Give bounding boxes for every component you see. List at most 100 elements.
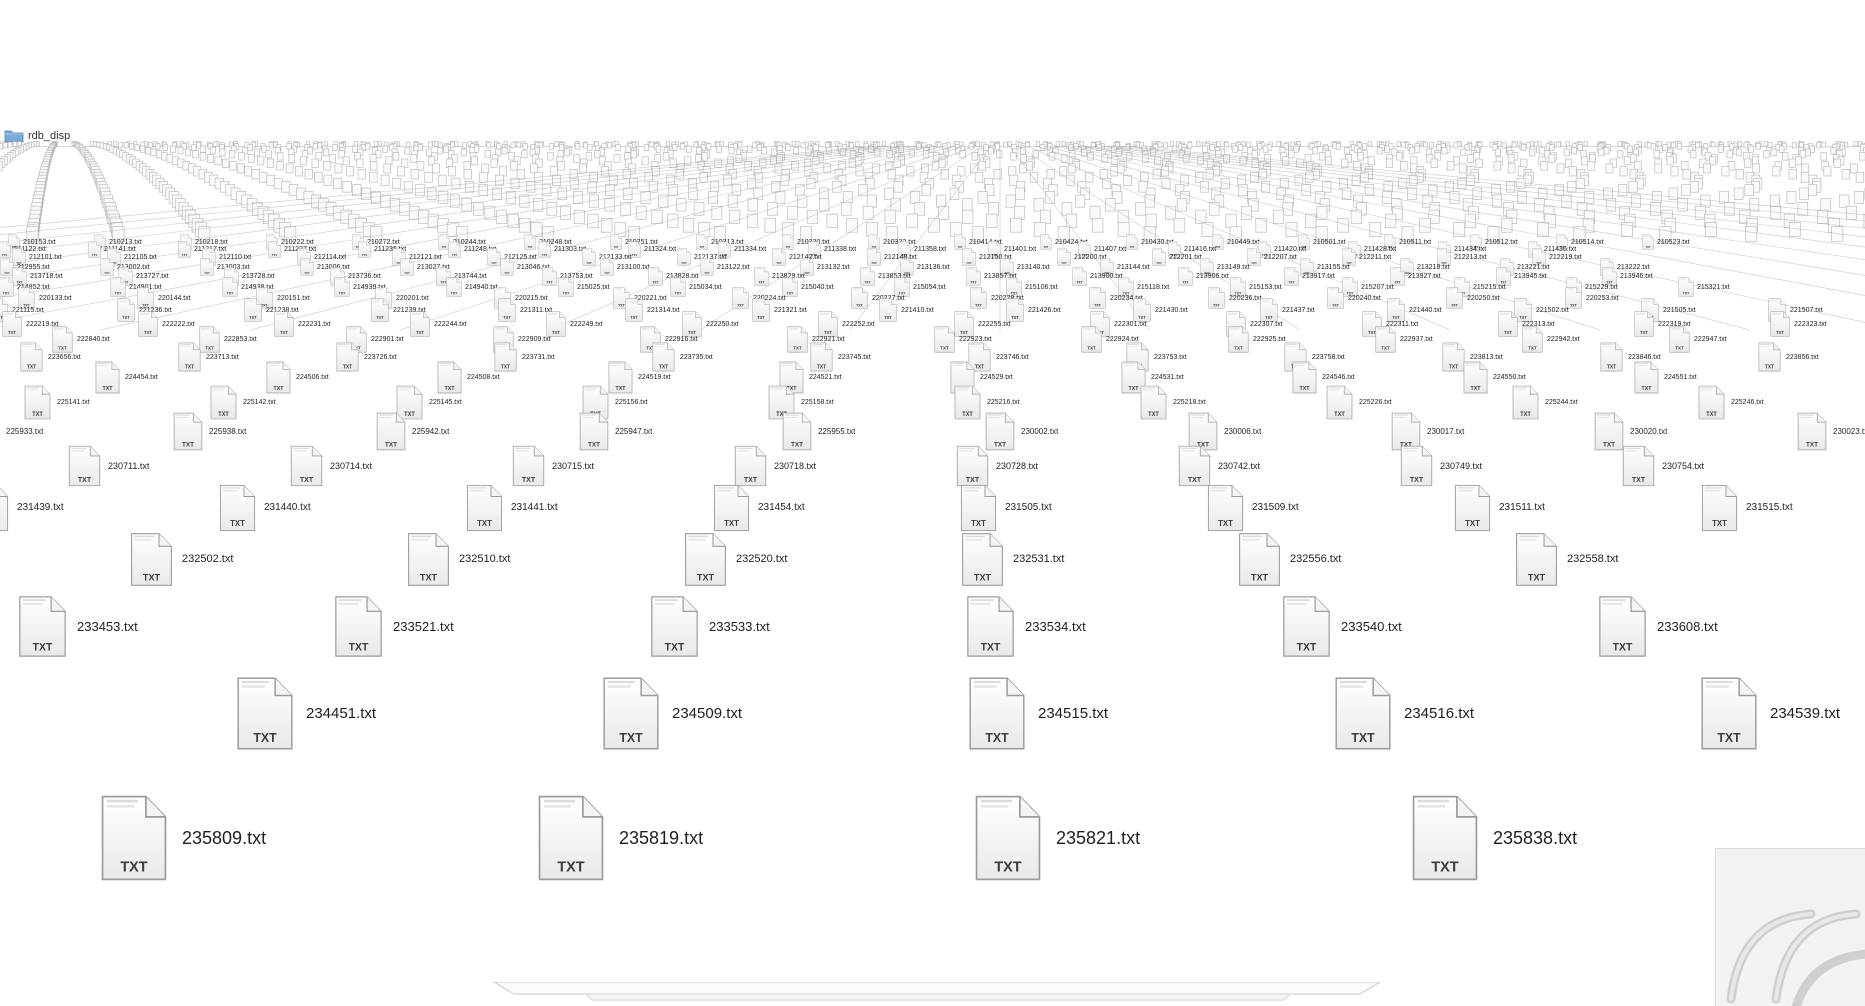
txt-file-icon: TXT	[336, 342, 359, 372]
file-item[interactable]: TXT 231509.txt	[1207, 484, 1299, 532]
file-item[interactable]: TXT 222947.txt	[1669, 326, 1727, 353]
file-item[interactable]: TXT 220253.txt	[1565, 287, 1619, 309]
file-item[interactable]: TXT 213927.txt	[1390, 267, 1441, 286]
file-item[interactable]: TXT 223656.txt	[20, 342, 81, 372]
file-item[interactable]: TXT 235821.txt	[974, 794, 1140, 882]
file-item[interactable]: TXT 230714.txt	[290, 445, 372, 487]
file-item[interactable]: TXT 214940.txt	[446, 277, 498, 297]
file-item[interactable]: TXT 233608.txt	[1598, 595, 1718, 658]
file-item[interactable]: TXT 213122.txt	[700, 258, 750, 276]
file-item[interactable]: TXT 232556.txt	[1238, 532, 1341, 587]
file-item[interactable]: TXT 232510.txt	[407, 532, 510, 587]
file-item[interactable]: TXT 222231.txt	[274, 311, 331, 337]
file-item[interactable]: TXT 221410.txt	[879, 298, 934, 322]
file-item[interactable]: TXT 225942.txt	[376, 412, 449, 451]
file-item[interactable]: TXT 232520.txt	[684, 532, 787, 587]
file-item[interactable]: TXT 215034.txt	[670, 277, 722, 297]
file-item[interactable]: TXT 210523.txt	[1642, 234, 1690, 250]
file-item[interactable]: TXT 223731.txt	[494, 342, 555, 372]
file-item[interactable]: TXT 215025.txt	[558, 277, 610, 297]
file-item[interactable]: TXT 224551.txt	[1634, 361, 1697, 394]
file-item[interactable]: TXT 235819.txt	[537, 794, 703, 882]
file-item[interactable]: TXT 233540.txt	[1282, 595, 1402, 658]
file-item[interactable]: TXT 222323.txt	[1770, 311, 1827, 337]
file-item[interactable]: TXT 223726.txt	[336, 342, 397, 372]
file-item[interactable]: TXT 234516.txt	[1334, 676, 1474, 751]
file-item[interactable]: TXT225933.txt	[0, 412, 43, 451]
txt-file-icon: TXT	[954, 385, 981, 420]
file-item[interactable]: TXT 231454.txt	[713, 484, 805, 532]
file-item[interactable]: TXT 212201.txt	[1152, 248, 1202, 266]
file-item[interactable]: TXT 221426.txt	[1006, 298, 1061, 322]
file-item[interactable]: TXT 232531.txt	[961, 532, 1064, 587]
file-item[interactable]: TXT 235809.txt	[100, 794, 266, 882]
file-item[interactable]: TXT 213917.txt	[1284, 267, 1335, 286]
file-name-label: 211334.txt	[734, 246, 767, 253]
file-item[interactable]: TXT 222222.txt	[138, 311, 195, 337]
file-item[interactable]: TXT 234451.txt	[236, 676, 376, 751]
file-item[interactable]: TXT 230711.txt	[68, 445, 149, 487]
file-item[interactable]: TXT 221311.txt	[498, 298, 552, 322]
file-item[interactable]: TXT 222925.txt	[1228, 326, 1286, 353]
file-item[interactable]: TXT 230718.txt	[734, 445, 816, 487]
file-item[interactable]: TXT 231441.txt	[466, 484, 558, 532]
file-name-label: 230711.txt	[108, 460, 150, 471]
file-item[interactable]: TXT 225226.txt	[1326, 385, 1392, 420]
file-item[interactable]: TXT 225244.txt	[1512, 385, 1578, 420]
file-item[interactable]: TXT 220240.txt	[1327, 287, 1381, 309]
file-item[interactable]: TXT 234515.txt	[968, 676, 1108, 751]
file-item[interactable]: TXT 225246.txt	[1698, 385, 1764, 420]
file-item[interactable]: TXT 222937.txt	[1375, 326, 1433, 353]
resize-widget[interactable]	[1715, 848, 1865, 1006]
file-item[interactable]: TXT 231511.txt	[1454, 484, 1545, 532]
file-item[interactable]: TXT 230023.txt	[1797, 412, 1865, 451]
file-item[interactable]: TXT 221321.txt	[752, 298, 807, 322]
file-item[interactable]: TXT 234539.txt	[1700, 676, 1840, 751]
file-item[interactable]: TXT 230754.txt	[1622, 445, 1704, 487]
file-item[interactable]: TXT 223856.txt	[1758, 342, 1819, 372]
file-item[interactable]: TXT 231440.txt	[219, 484, 311, 532]
file-item[interactable]: TXT 212207.txt	[1247, 248, 1297, 266]
file-item[interactable]: TXT 230742.txt	[1178, 445, 1260, 487]
file-item[interactable]: TXT 235838.txt	[1411, 794, 1577, 882]
file-item[interactable]: TXT 230749.txt	[1400, 445, 1482, 487]
file-item[interactable]: TXT 220250.txt	[1446, 287, 1500, 309]
file-item[interactable]: TXT 232502.txt	[130, 532, 233, 587]
file-item[interactable]: TXT 225938.txt	[173, 412, 246, 451]
file-name-label: 222244.txt	[434, 320, 467, 328]
txt-file-icon: TXT	[1282, 595, 1331, 658]
svg-text:TXT: TXT	[804, 271, 810, 275]
file-item[interactable]: TXT 230715.txt	[512, 445, 594, 487]
file-item[interactable]: TXT 222942.txt	[1522, 326, 1580, 353]
file-item[interactable]: TXT 234509.txt	[602, 676, 742, 751]
file-item[interactable]: TXT 220236.txt	[1208, 287, 1262, 309]
file-item[interactable]: TXT 233453.txt	[18, 595, 138, 658]
txt-file-icon: TXT	[1400, 445, 1433, 487]
file-name-label: 215034.txt	[689, 283, 722, 291]
file-item[interactable]: TXT 222219.txt	[2, 311, 59, 337]
file-item[interactable]: TXT 211303.txt	[538, 241, 586, 258]
file-item[interactable]: TXT 222249.txt	[546, 311, 603, 337]
file-item[interactable]: TXT 233521.txt	[334, 595, 454, 658]
file-item[interactable]: TXT 221314.txt	[625, 298, 680, 322]
file-item[interactable]: TXT 222244.txt	[410, 311, 467, 337]
file-item[interactable]: TXT 231515.txt	[1701, 484, 1793, 532]
file-item[interactable]: TXT 215321.txt	[1678, 277, 1730, 297]
file-item[interactable]: TXT 233533.txt	[650, 595, 770, 658]
file-item[interactable]: TXT 223713.txt	[178, 342, 239, 372]
file-item[interactable]: TXT 231439.txt	[0, 484, 64, 532]
file-item[interactable]: TXT 232558.txt	[1515, 532, 1618, 587]
file-item[interactable]: TXT 215040.txt	[782, 277, 834, 297]
file-item[interactable]: TXT 213906.txt	[1178, 267, 1229, 286]
file-name-label: 232558.txt	[1567, 553, 1619, 565]
file-item[interactable]: TXT 213100.txt	[600, 258, 650, 276]
file-name-label: 223753.txt	[1154, 353, 1187, 361]
file-name-label: 235838.txt	[1493, 828, 1578, 848]
file-item[interactable]: TXT 211324.txt	[628, 241, 676, 258]
file-item[interactable]: TXT 233534.txt	[966, 595, 1086, 658]
file-item[interactable]: TXT 224454.txt	[95, 361, 158, 394]
file-item[interactable]: TXT 213132.txt	[800, 258, 850, 276]
file-item[interactable]: TXT 213900.txt	[1072, 267, 1123, 286]
file-item[interactable]: TXT 230728.txt	[956, 445, 1038, 487]
file-item[interactable]: TXT 231505.txt	[960, 484, 1052, 532]
